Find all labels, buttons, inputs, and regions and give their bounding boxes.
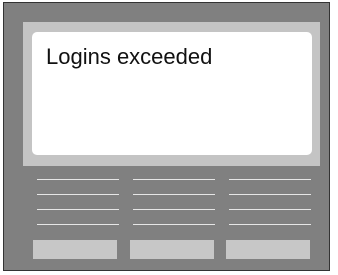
menu-line <box>133 179 215 180</box>
menu-line <box>229 224 311 225</box>
soft-key-left[interactable] <box>33 240 117 259</box>
menu-column-center <box>133 179 215 239</box>
menu-line <box>133 209 215 210</box>
soft-key-right[interactable] <box>226 240 310 259</box>
menu-line <box>133 194 215 195</box>
menu-line <box>229 179 311 180</box>
soft-key-center[interactable] <box>130 240 214 259</box>
display-bezel: Logins exceeded <box>23 22 320 166</box>
display-screen: Logins exceeded <box>32 32 312 155</box>
menu-line <box>37 194 119 195</box>
menu-column-right <box>229 179 311 239</box>
menu-line <box>133 224 215 225</box>
menu-line <box>37 209 119 210</box>
device-panel: Logins exceeded <box>3 2 330 271</box>
menu-line <box>229 209 311 210</box>
menu-line <box>37 224 119 225</box>
status-message: Logins exceeded <box>46 44 213 69</box>
menu-line <box>229 194 311 195</box>
menu-line <box>37 179 119 180</box>
menu-column-left <box>37 179 119 239</box>
